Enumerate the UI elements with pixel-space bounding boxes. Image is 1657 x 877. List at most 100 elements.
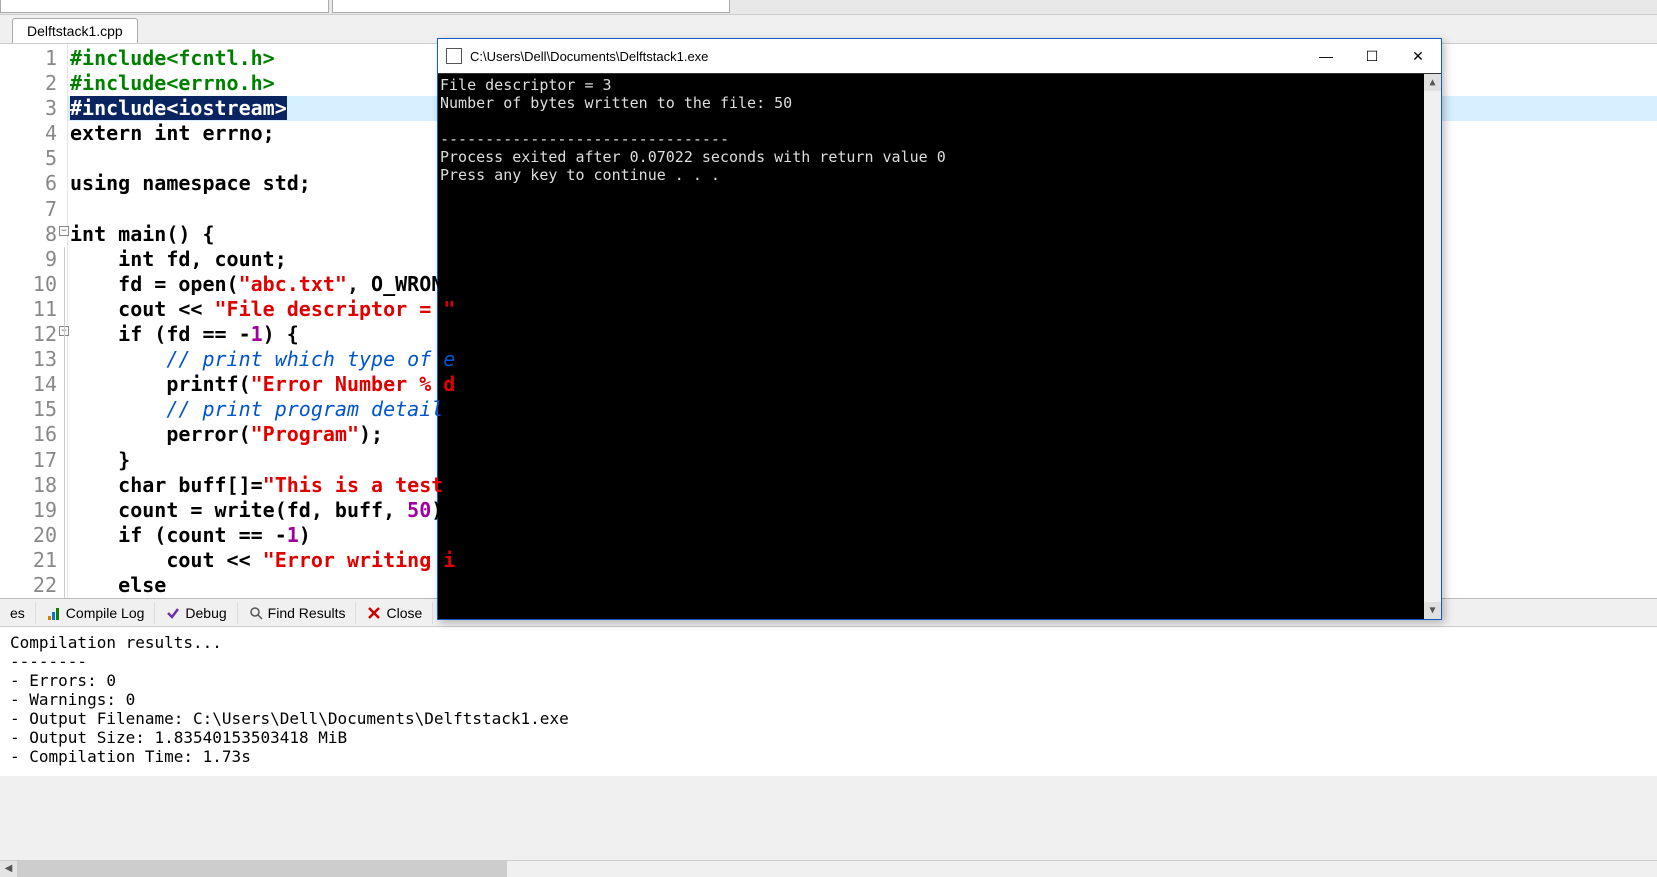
output-errors: - Errors: 0 [10,671,116,690]
code-line[interactable]: cout << "File descriptor = " [68,297,1657,322]
code-line[interactable]: // print which type of e [68,347,1657,372]
code-line[interactable]: if (fd == -1) { [68,322,1657,347]
output-size: - Output Size: 1.83540153503418 MiB [10,728,347,747]
output-sep: -------- [10,652,87,671]
line-number: 16 [0,422,67,447]
line-number: 2 [0,71,67,96]
code-token: "This is a test [263,473,444,497]
tab-compile-log[interactable]: Compile Log [36,602,156,624]
code-token: ) { [263,322,299,346]
line-number: 22 [0,573,67,598]
code-line[interactable]: fd = open("abc.txt", O_WRONL [68,272,1657,297]
line-number: 12− [0,322,67,347]
tab-label: Find Results [268,605,346,621]
code-token: fd, count; [166,247,286,271]
code-token: errno; [202,121,274,145]
output-time: - Compilation Time: 1.73s [10,747,251,766]
line-number: 4 [0,121,67,146]
line-number: 20 [0,523,67,548]
code-token: // print program detail [166,397,443,421]
code-line[interactable]: #include<errno.h> [68,71,1657,96]
code-line[interactable]: perror("Program"); [68,422,1657,447]
line-number: 1 [0,46,67,71]
tab-close[interactable]: Close [356,602,433,624]
code-token: 50 [407,498,431,522]
line-number: 9 [0,247,67,272]
scrollbar-thumb[interactable] [17,861,507,877]
file-tab-active[interactable]: Delftstack1.cpp [12,18,138,43]
tab-label: Close [386,605,422,621]
code-line[interactable]: count = write(fd, buff, 50); [68,498,1657,523]
code-token: int [118,247,166,271]
code-token: extern int [70,121,202,145]
code-token: printf( [70,372,251,396]
code-line[interactable]: cout << "Error writing i [68,548,1657,573]
code-line[interactable]: int fd, count; [68,247,1657,272]
code-line[interactable]: // print program detail [68,397,1657,422]
code-token: "File descriptor = " [215,297,456,321]
tab-label: es [10,605,25,621]
output-warnings: - Warnings: 0 [10,690,135,709]
tab-label: Debug [185,605,226,621]
code-token: (count == - [154,523,286,547]
code-token: ) [299,523,311,547]
line-number: 18 [0,473,67,498]
code-editor[interactable]: #include<fcntl.h>#include<errno.h>#inclu… [68,44,1657,598]
code-token: using namespace [70,171,263,195]
code-line[interactable] [68,197,1657,222]
code-line[interactable]: } [68,448,1657,473]
code-token [70,573,118,597]
code-token: int [70,222,118,246]
top-toolbar [0,0,1657,15]
toolbar-dropdown-1[interactable] [0,0,329,13]
output-header: Compilation results... [10,633,222,652]
code-line[interactable]: int main() { [68,222,1657,247]
code-token: ); [431,498,455,522]
code-token: if [118,322,154,346]
code-line[interactable]: printf("Error Number % d [68,372,1657,397]
close-icon [366,605,382,621]
toolbar-dropdown-2[interactable] [332,0,730,13]
code-line[interactable]: extern int errno; [68,121,1657,146]
code-line[interactable] [68,146,1657,171]
code-token [70,347,166,371]
code-token: 1 [287,523,299,547]
code-line[interactable]: if (count == -1) [68,523,1657,548]
code-token: main() { [118,222,214,246]
code-token: count = write(fd, buff, [70,498,407,522]
scroll-left-arrow[interactable]: ◀ [0,861,17,877]
line-number: 8− [0,222,67,247]
line-number: 10 [0,272,67,297]
code-line[interactable]: else [68,573,1657,598]
code-token: #include<errno.h> [70,71,275,95]
code-line[interactable]: #include<fcntl.h> [68,46,1657,71]
line-number: 14 [0,372,67,397]
line-number: 11 [0,297,67,322]
debug-icon [165,605,181,621]
editor-area: 12345678−9101112−13141516171819202122 #i… [0,43,1657,598]
code-token [70,523,118,547]
code-line[interactable]: char buff[]="This is a test [68,473,1657,498]
code-token: char [118,473,178,497]
line-number: 7 [0,197,67,222]
code-token: "Program" [251,422,359,446]
code-token: ); [359,422,383,446]
compiler-output-panel[interactable]: Compilation results... -------- - Errors… [0,626,1657,776]
scroll-down-arrow[interactable]: ▼ [1424,602,1441,619]
code-token: , O_WRONL [347,272,455,296]
find-results-icon [248,605,264,621]
horizontal-scrollbar[interactable]: ◀ [0,860,1657,877]
line-number: 15 [0,397,67,422]
line-number: 6 [0,171,67,196]
code-line[interactable]: #include<iostream> [68,96,1657,121]
code-token: 1 [251,322,263,346]
tab-label: Compile Log [66,605,145,621]
code-token: std; [263,171,311,195]
code-token: } [70,448,130,472]
tab-find-results[interactable]: Find Results [238,602,357,624]
tab-debug[interactable]: Debug [155,602,237,624]
output-filename: - Output Filename: C:\Users\Dell\Documen… [10,709,569,728]
tab-resources-partial[interactable]: es [0,602,36,624]
code-line[interactable]: using namespace std; [68,171,1657,196]
line-number: 3 [0,96,67,121]
